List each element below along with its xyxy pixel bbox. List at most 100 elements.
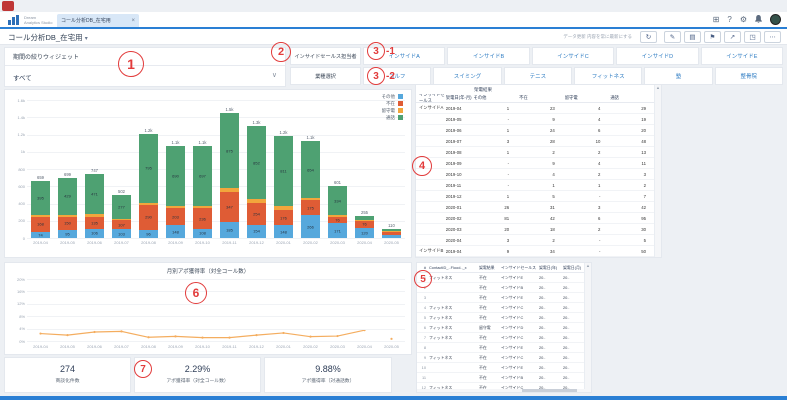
- industry-filter-button[interactable]: フィットネス: [574, 67, 642, 85]
- rep-filter-button[interactable]: インサイドB: [447, 47, 529, 65]
- table5-vertical-scrollbar[interactable]: ▲: [584, 263, 591, 392]
- bar-total-label: 502: [104, 189, 139, 194]
- table-row[interactable]: 2019-0812213: [416, 147, 656, 158]
- column-header: #: [417, 265, 427, 270]
- rep-filter-button[interactable]: インサイドE: [701, 47, 783, 65]
- kpi-label: 商談化件数: [5, 377, 130, 384]
- stacked-bar[interactable]: 690203148: [166, 146, 185, 238]
- legend-item: 不在: [382, 100, 404, 107]
- stacked-bar[interactable]: 277107103: [112, 195, 131, 238]
- tab-close-icon[interactable]: ×: [131, 18, 135, 24]
- fullscreen-button[interactable]: ◳: [744, 31, 761, 43]
- stacked-bar[interactable]: 697236108: [193, 146, 212, 238]
- bar-segment-1: 266: [301, 215, 320, 238]
- bar-segment-1: 154: [247, 225, 266, 238]
- table-row[interactable]: 2020-012631342: [416, 202, 656, 213]
- x-tick-label: 2020-02: [297, 240, 324, 245]
- table-cell: 不在: [479, 335, 501, 341]
- stacked-bar[interactable]: 852254154: [247, 126, 266, 238]
- y-tick-label: 1.2k: [7, 132, 25, 137]
- gridline: [27, 304, 405, 305]
- apps-grid-icon[interactable]: ⊞: [713, 15, 720, 24]
- stacked-bar[interactable]: 79529096: [139, 134, 158, 238]
- table-row[interactable]: 2019-11-112: [416, 180, 656, 191]
- refresh-button[interactable]: ↻: [640, 31, 657, 43]
- document-tab[interactable]: コール分析DB_在宅用 ×: [57, 14, 139, 27]
- table-row[interactable]: 2019-073281048: [416, 136, 656, 147]
- share-button[interactable]: ↗: [724, 31, 741, 43]
- rep-filter-button[interactable]: インサイドA: [363, 47, 445, 65]
- flag-button[interactable]: ⚑: [704, 31, 721, 43]
- table-row[interactable]: 8不在インサイドE20..20..: [417, 343, 585, 353]
- table-cell: インサイドB: [416, 246, 446, 256]
- table-cell: 2020-01: [446, 202, 474, 212]
- edit-button[interactable]: ✎: [664, 31, 681, 43]
- table-row[interactable]: 6フィットネス留守電インサイドD20..20..: [417, 323, 585, 333]
- table-row[interactable]: 2019-05-9419: [416, 114, 656, 125]
- rep-filter-button[interactable]: インサイドD: [616, 47, 698, 65]
- column-header: 架電日(年-月): [446, 94, 474, 102]
- table-cell: 不在: [479, 305, 501, 311]
- table5-horizontal-scrollbar[interactable]: [417, 389, 585, 392]
- table-row[interactable]: 2不在インサイドB20..20..: [417, 283, 585, 293]
- segment-value-label: 120: [355, 230, 374, 235]
- table-cell: 20..: [539, 295, 563, 300]
- logo-line2: Analytics Studio: [24, 20, 52, 25]
- period-filter-widget: 期間の絞りウィジェット すべて ∨: [4, 47, 286, 87]
- industry-filter-button[interactable]: 塾: [644, 67, 712, 85]
- industry-filter-button[interactable]: スイミング: [433, 67, 501, 85]
- stacked-bar[interactable]: 33476171: [328, 186, 347, 238]
- stacked-bar[interactable]: [382, 229, 401, 238]
- stacked-bar[interactable]: 811176148: [274, 136, 293, 238]
- table-row[interactable]: 10不在インサイドE20..20..: [417, 363, 585, 373]
- table-row[interactable]: 2020-0432-5: [416, 235, 656, 246]
- user-avatar[interactable]: [770, 14, 781, 25]
- report-title[interactable]: コール分析DB_在宅用 ▾: [8, 32, 88, 43]
- table-row[interactable]: 5フィットネス不在インサイドC20..20..: [417, 313, 585, 323]
- kpi-card-deals: 274 商談化件数: [4, 357, 131, 393]
- table-row[interactable]: 1フィットネス不在インサイドE20..20..: [417, 273, 585, 283]
- chevron-down-icon[interactable]: ∨: [272, 71, 277, 79]
- stacked-bar[interactable]: 875347185: [220, 113, 239, 238]
- stacked-bar[interactable]: 76120: [355, 216, 374, 238]
- bar-segment-1: 185: [220, 222, 239, 238]
- bar-segment-1: 171: [328, 223, 347, 238]
- stacked-bar[interactable]: 654175266: [301, 141, 320, 238]
- help-icon[interactable]: ?: [727, 15, 731, 24]
- table-row[interactable]: 2019-10-423: [416, 169, 656, 180]
- notification-bell-icon[interactable]: [755, 15, 762, 25]
- settings-gear-icon[interactable]: ⚙: [740, 15, 747, 24]
- save-button[interactable]: ▤: [684, 31, 701, 43]
- table-row[interactable]: 2020-032018230: [416, 224, 656, 235]
- table-row[interactable]: インサイドA2019-04123429: [416, 103, 656, 114]
- table-row[interactable]: 9フィットネス不在インサイドC20..20..: [417, 353, 585, 363]
- period-filter-select[interactable]: すべて: [13, 72, 32, 82]
- gridline: [27, 186, 405, 187]
- bar-chart-legend: その他不在留守電通話: [382, 93, 404, 121]
- table-row[interactable]: 7フィットネス不在インサイドC20..20..: [417, 333, 585, 343]
- stacked-bar[interactable]: 471135106: [85, 174, 104, 238]
- legend-swatch-icon: [398, 108, 403, 113]
- table-cell: -: [473, 114, 519, 124]
- table-cell: -: [473, 158, 519, 168]
- table-cell: [416, 158, 446, 168]
- table-row[interactable]: 3不在インサイドE20..20..: [417, 293, 585, 303]
- stacked-bar[interactable]: 42915095: [58, 178, 77, 238]
- bar-segment-4: 811: [274, 136, 293, 206]
- rep-filter-button[interactable]: インサイドC: [532, 47, 614, 65]
- table-row[interactable]: 2020-028142695: [416, 213, 656, 224]
- title-dropdown-caret-icon[interactable]: ▾: [85, 36, 88, 42]
- industry-filter-button[interactable]: 整骨院: [715, 67, 783, 85]
- stacked-bar[interactable]: 39516874: [31, 181, 50, 238]
- more-button[interactable]: ⋯: [764, 31, 781, 43]
- industry-filter-button[interactable]: テニス: [504, 67, 572, 85]
- industry-filter-button[interactable]: ゴルフ: [363, 67, 431, 85]
- bar-segment-4: 875: [220, 113, 239, 188]
- table-row[interactable]: 4フィットネス不在インサイドC20..20..: [417, 303, 585, 313]
- table-row[interactable]: 2019-09-9411: [416, 158, 656, 169]
- table-row[interactable]: 11不在インサイドB20..20..: [417, 373, 585, 383]
- table-row[interactable]: 2019-1215-7: [416, 191, 656, 202]
- table4-vertical-scrollbar[interactable]: ▲: [654, 85, 661, 257]
- table-row[interactable]: 2019-06124620: [416, 125, 656, 136]
- table-row[interactable]: インサイドB2019-04934-50: [416, 246, 656, 257]
